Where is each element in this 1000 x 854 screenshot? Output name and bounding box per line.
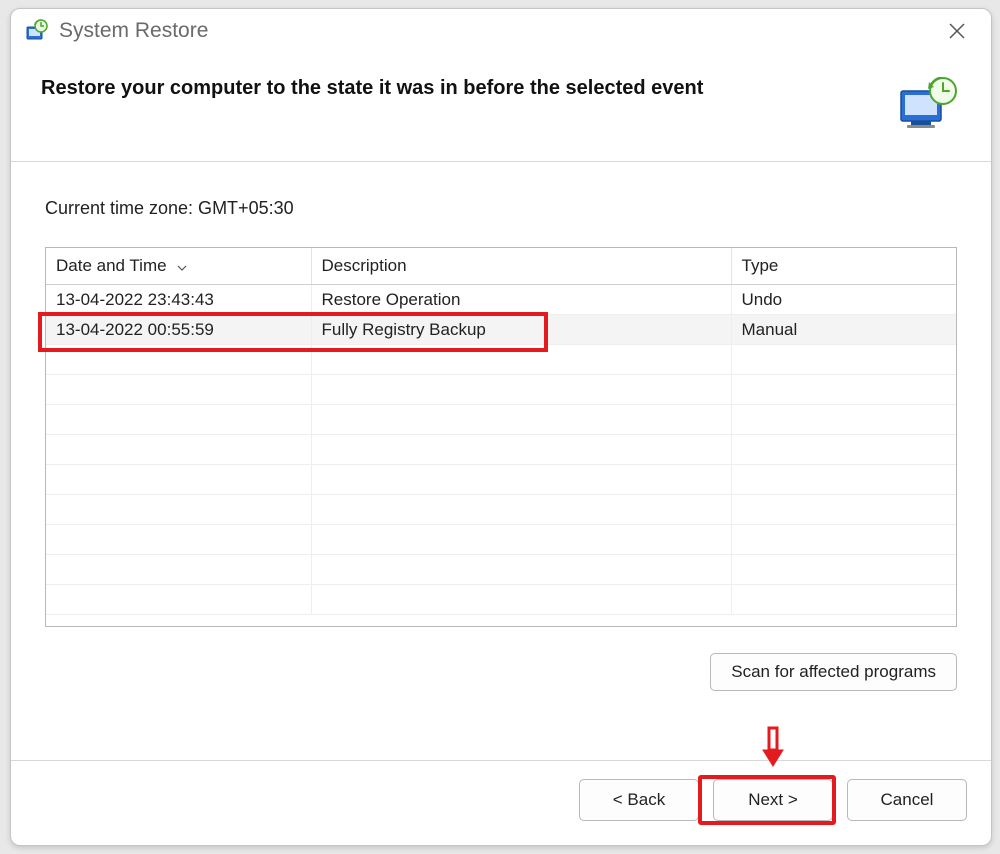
table-row[interactable] — [46, 435, 956, 465]
system-restore-icon — [25, 19, 49, 43]
wizard-body: Current time zone: GMT+05:30 Date and Ti… — [11, 162, 991, 760]
column-header-date[interactable]: Date and Time — [46, 248, 311, 285]
table-row[interactable] — [46, 465, 956, 495]
table-row[interactable] — [46, 495, 956, 525]
wizard-header: Restore your computer to the state it wa… — [11, 53, 991, 162]
column-header-type[interactable]: Type — [731, 248, 956, 285]
wizard-footer: < Back Next > Cancel — [11, 760, 991, 845]
cancel-button[interactable]: Cancel — [847, 779, 967, 821]
table-row[interactable]: 13-04-2022 00:55:59 Fully Registry Backu… — [46, 315, 956, 345]
close-button[interactable] — [937, 11, 977, 51]
table-row[interactable] — [46, 525, 956, 555]
column-label: Description — [322, 256, 407, 275]
sort-indicator-icon — [177, 260, 187, 274]
column-header-description[interactable]: Description — [311, 248, 731, 285]
table-row[interactable] — [46, 555, 956, 585]
system-restore-dialog: System Restore Restore your computer to … — [10, 8, 992, 846]
table-row[interactable]: 13-04-2022 23:43:43 Restore Operation Un… — [46, 285, 956, 315]
table-row[interactable] — [46, 585, 956, 615]
cell-date: 13-04-2022 00:55:59 — [46, 315, 311, 345]
table-row[interactable] — [46, 345, 956, 375]
wizard-heading: Restore your computer to the state it wa… — [41, 77, 897, 100]
cell-date: 13-04-2022 23:43:43 — [46, 285, 311, 315]
back-button[interactable]: < Back — [579, 779, 699, 821]
column-label: Type — [742, 256, 779, 275]
timezone-label: Current time zone: GMT+05:30 — [45, 198, 957, 219]
cell-type: Undo — [731, 285, 956, 315]
table-row[interactable] — [46, 405, 956, 435]
cell-type: Manual — [731, 315, 956, 345]
next-button[interactable]: Next > — [713, 779, 833, 821]
scan-affected-programs-button[interactable]: Scan for affected programs — [710, 653, 957, 691]
window-title: System Restore — [59, 19, 937, 43]
restore-monitor-icon — [897, 77, 961, 131]
cell-description: Restore Operation — [311, 285, 731, 315]
table-row[interactable] — [46, 375, 956, 405]
column-label: Date and Time — [56, 256, 167, 275]
titlebar: System Restore — [11, 9, 991, 53]
cell-description: Fully Registry Backup — [311, 315, 731, 345]
restore-points-table[interactable]: Date and Time Description Type — [45, 247, 957, 627]
